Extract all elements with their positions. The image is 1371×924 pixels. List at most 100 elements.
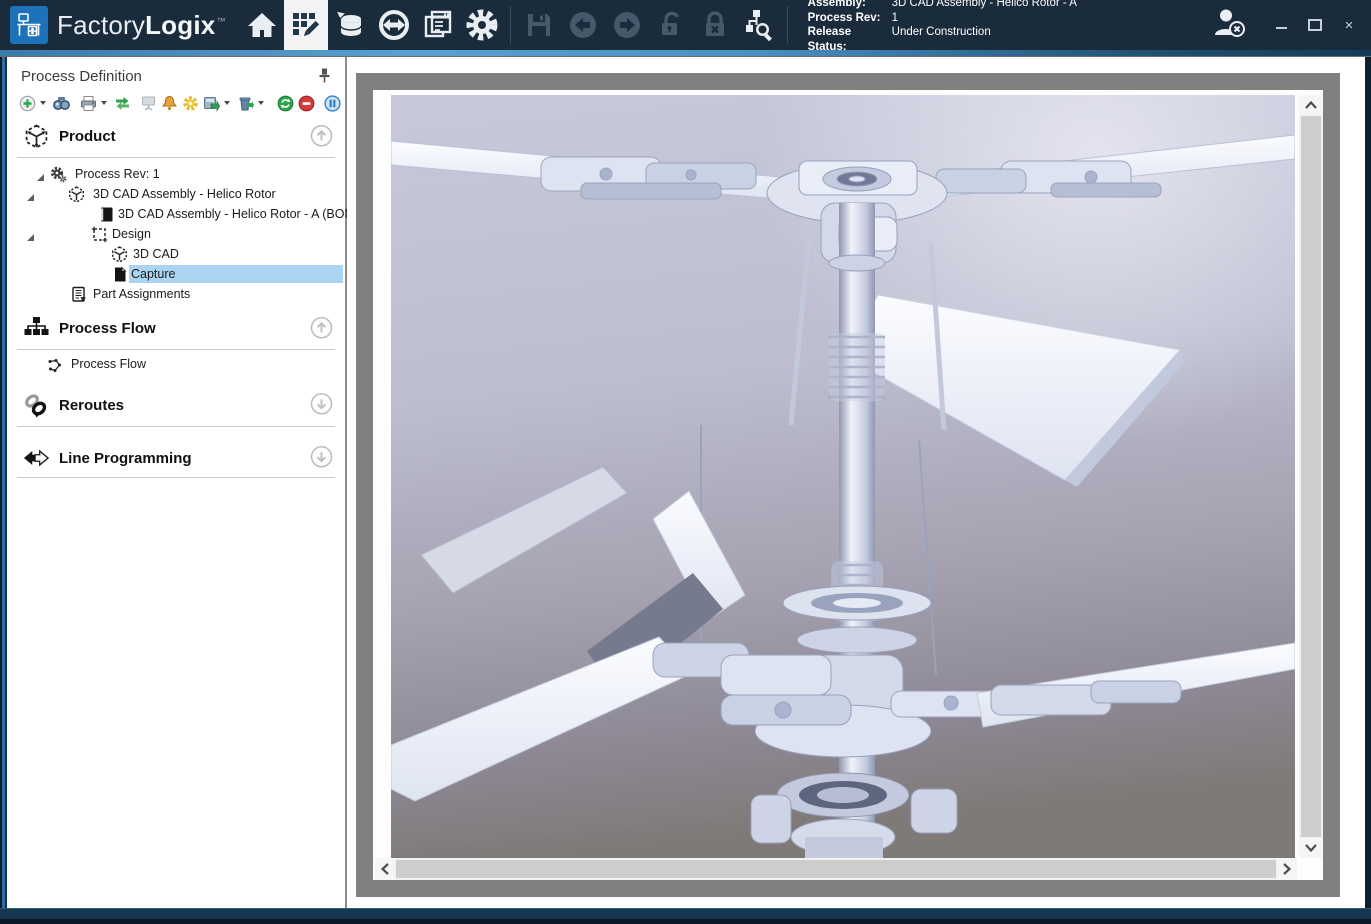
collapse-up-icon[interactable]	[310, 316, 333, 344]
toolbar-separator	[510, 6, 511, 44]
presentation-icon[interactable]	[140, 94, 157, 112]
section-product-label: Product	[59, 128, 116, 145]
print-icon[interactable]	[80, 94, 97, 112]
tree-item-label: Design	[110, 225, 155, 243]
materials-icon[interactable]	[328, 0, 372, 50]
process-flow-icon	[23, 316, 49, 341]
tree-item-process-rev[interactable]: Process Rev: 1	[7, 164, 345, 184]
process-design-icon[interactable]	[284, 0, 328, 50]
collapse-up-icon[interactable]	[310, 124, 333, 152]
top-toolbar: FactoryLogix™	[0, 0, 1371, 50]
scroll-left-icon[interactable]	[375, 858, 395, 880]
tree-item-label-selected: Capture	[129, 265, 343, 283]
analyze-flow-icon[interactable]	[737, 0, 781, 50]
find-icon[interactable]	[53, 94, 70, 112]
home-icon[interactable]	[240, 0, 284, 50]
assembly-value: 3D CAD Assembly - Helico Rotor - A	[892, 0, 1077, 11]
horizontal-scroll-thumb[interactable]	[396, 860, 1276, 878]
documents-icon[interactable]	[416, 0, 460, 50]
scroll-right-icon[interactable]	[1277, 858, 1297, 880]
process-flow-tree: Process Flow	[7, 350, 345, 384]
section-reroutes-label: Reroutes	[59, 397, 124, 414]
maximize-button[interactable]	[1307, 17, 1323, 33]
process-rev-value: 1	[892, 11, 898, 26]
vertical-scrollbar[interactable]	[1299, 95, 1323, 858]
delete-icon[interactable]	[237, 94, 254, 112]
capture-page-surface	[373, 90, 1323, 880]
exchange-icon[interactable]	[114, 94, 131, 112]
capture-page-icon	[111, 266, 128, 286]
tree-item-label: Part Assignments	[91, 285, 194, 303]
app-title: FactoryLogix™	[57, 10, 226, 41]
factorylogix-logo-icon	[10, 6, 48, 44]
sync-icon[interactable]	[277, 94, 294, 112]
flow-path-icon	[47, 358, 63, 377]
window-bottom-border	[0, 908, 1371, 924]
window-left-border	[0, 57, 7, 908]
tree-item-label: Process Rev: 1	[73, 165, 164, 183]
section-process-flow-label: Process Flow	[59, 320, 156, 337]
user-logout-icon[interactable]	[1213, 7, 1247, 44]
panel-title: Process Definition	[21, 68, 142, 85]
divider	[17, 477, 335, 478]
forward-icon[interactable]	[605, 0, 649, 50]
tree-item-process-flow[interactable]: Process Flow	[7, 354, 345, 374]
settings-small-gear-icon[interactable]	[182, 94, 199, 112]
tree-item-label: Process Flow	[69, 355, 150, 373]
add-dropdown-caret[interactable]	[40, 101, 46, 105]
section-line-programming[interactable]: Line Programming	[7, 439, 345, 475]
section-reroutes[interactable]: Reroutes	[7, 384, 345, 424]
lock-cancel-icon[interactable]	[693, 0, 737, 50]
horizontal-scrollbar[interactable]	[375, 858, 1297, 880]
vertical-scroll-thumb[interactable]	[1301, 116, 1321, 837]
process-definition-panel: Process Definition	[7, 57, 347, 908]
reroutes-chain-icon	[23, 392, 49, 418]
deploy-dropdown-caret[interactable]	[224, 101, 230, 105]
assembly-cube-icon	[68, 186, 85, 206]
section-process-flow[interactable]: Process Flow	[7, 308, 345, 347]
toolbar-separator	[787, 6, 788, 44]
accent-strip	[0, 50, 1371, 57]
tree-item-bom[interactable]: 3D CAD Assembly - Helico Rotor - A (BOM)	[7, 204, 345, 224]
assembly-label: Assembly:	[808, 0, 892, 11]
pin-icon[interactable]	[318, 68, 331, 87]
tree-item-design[interactable]: Design	[7, 224, 345, 244]
expander-icon[interactable]	[37, 170, 44, 184]
app-window: FactoryLogix™	[0, 0, 1371, 924]
tree-item-part-assignments[interactable]: Part Assignments	[7, 284, 345, 304]
expander-icon[interactable]	[27, 190, 34, 204]
scroll-down-icon[interactable]	[1299, 838, 1323, 858]
remove-icon[interactable]	[298, 94, 315, 112]
collapse-down-icon[interactable]	[310, 445, 333, 473]
print-dropdown-caret[interactable]	[101, 101, 107, 105]
viewer-frame	[356, 73, 1340, 897]
section-product[interactable]: Product	[7, 116, 345, 155]
line-programming-icon	[23, 447, 49, 469]
tree-item-assembly[interactable]: 3D CAD Assembly - Helico Rotor	[7, 184, 345, 204]
product-cube-icon	[23, 124, 49, 149]
collapse-down-icon[interactable]	[310, 392, 333, 420]
section-line-programming-label: Line Programming	[59, 450, 192, 467]
transfer-icon[interactable]	[372, 0, 416, 50]
product-tree: Process Rev: 1 3D CAD Assembly - Helico …	[7, 158, 345, 308]
unlock-icon[interactable]	[649, 0, 693, 50]
deploy-icon[interactable]	[203, 94, 220, 112]
close-button[interactable]: ×	[1341, 17, 1357, 33]
tree-item-label: 3D CAD Assembly - Helico Rotor - A (BOM)	[116, 205, 363, 223]
tree-item-label: 3D CAD Assembly - Helico Rotor	[91, 185, 280, 203]
pause-icon[interactable]	[324, 94, 341, 112]
delete-dropdown-caret[interactable]	[258, 101, 264, 105]
expander-icon[interactable]	[27, 230, 34, 244]
add-icon[interactable]	[19, 94, 36, 112]
minimize-button[interactable]	[1273, 17, 1289, 33]
save-icon[interactable]	[517, 0, 561, 50]
rotor-3d-render[interactable]	[391, 95, 1295, 858]
tree-item-label: 3D CAD	[131, 245, 183, 263]
design-sketch-icon	[91, 226, 108, 246]
alerts-bell-icon[interactable]	[161, 94, 178, 112]
settings-gear-icon[interactable]	[460, 0, 504, 50]
back-icon[interactable]	[561, 0, 605, 50]
tree-item-3dcad[interactable]: 3D CAD	[7, 244, 345, 264]
tree-item-capture[interactable]: Capture	[7, 264, 345, 284]
scroll-up-icon[interactable]	[1299, 95, 1323, 115]
